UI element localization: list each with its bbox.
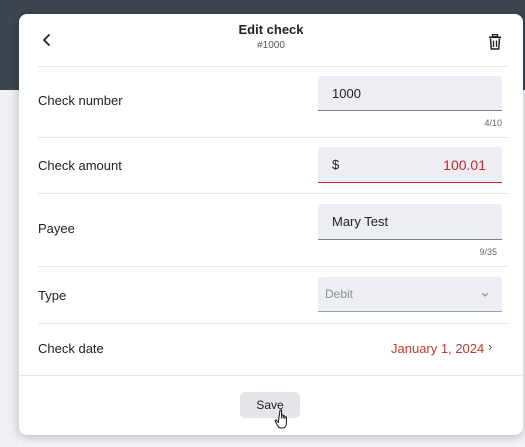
divider	[38, 266, 508, 267]
check-date-label: Check date	[38, 341, 104, 356]
check-amount-value: 100.01	[443, 157, 486, 173]
payee-value: Mary Test	[332, 214, 389, 229]
dialog-title: Edit check	[238, 22, 304, 37]
check-number-counter: 4/10	[484, 118, 502, 128]
dialog-header: Edit check #1000	[19, 14, 523, 66]
divider	[38, 66, 508, 67]
check-number-value: 1000	[332, 86, 361, 101]
chevron-left-icon	[43, 34, 50, 46]
dialog-title-group: Edit check #1000	[171, 22, 371, 53]
currency-symbol: $	[332, 157, 340, 172]
divider	[38, 193, 508, 194]
app-background	[0, 90, 18, 447]
payee-field[interactable]: Mary Test	[318, 204, 502, 240]
type-label: Type	[38, 288, 67, 303]
check-date-value[interactable]: January 1, 2024	[391, 341, 484, 356]
dialog-subtitle: #1000	[257, 40, 285, 51]
chevron-down-icon	[481, 292, 489, 297]
check-number-label: Check number	[38, 93, 123, 108]
type-value: Debit	[325, 287, 354, 301]
payee-label: Payee	[38, 221, 75, 236]
divider	[38, 323, 508, 324]
hand-pointer-icon	[274, 409, 287, 429]
footer-divider	[19, 375, 523, 376]
delete-button[interactable]	[485, 32, 505, 52]
check-amount-label: Check amount	[38, 158, 122, 173]
back-button[interactable]	[35, 28, 59, 52]
edit-check-dialog: Edit check #1000 Check number 1000 4/10 …	[19, 14, 523, 435]
payee-counter: 9/35	[479, 247, 497, 257]
divider	[38, 137, 508, 138]
check-number-field[interactable]: 1000	[318, 76, 502, 111]
type-select[interactable]: Debit	[318, 277, 502, 312]
chevron-right-icon[interactable]: ›	[488, 339, 492, 354]
check-amount-field[interactable]: $ 100.01	[318, 147, 502, 183]
trash-icon	[489, 34, 501, 50]
